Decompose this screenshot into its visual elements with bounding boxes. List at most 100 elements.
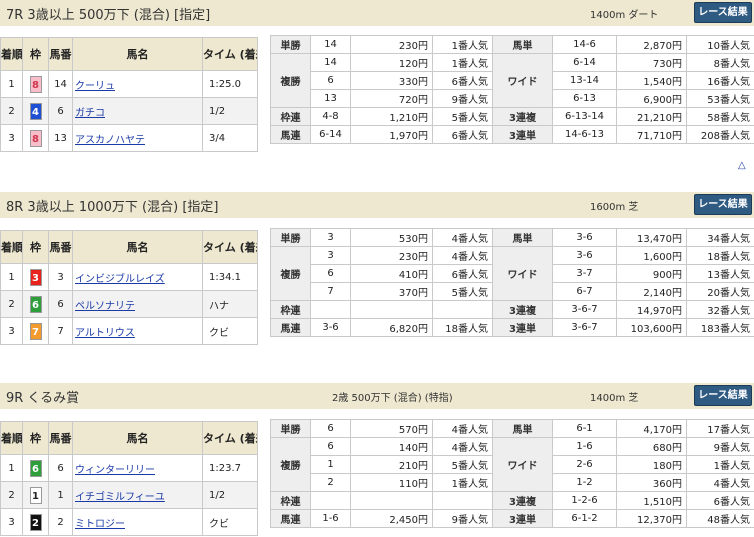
payout-table: 単勝 6 570円 4番人気 馬単 6-1 4,170円 17番人気 複勝 6 …: [270, 419, 754, 528]
payout-label-win: 単勝: [270, 228, 311, 247]
payout-popularity: 16番人気: [686, 71, 754, 90]
payout-label-wide: ワイド: [492, 437, 553, 492]
payout-popularity: 9番人気: [432, 89, 493, 108]
payout-amount: 530円: [350, 228, 433, 247]
col-waku: 枠: [22, 37, 49, 71]
col-rank: 着順: [0, 230, 23, 264]
race-result-button[interactable]: レース結果: [694, 2, 752, 23]
payout-amount: 1,510円: [616, 491, 687, 510]
horse-name-link[interactable]: ウィンターリリー: [75, 465, 155, 476]
payout-combo: 7: [310, 282, 351, 301]
payout-popularity: 58番人気: [686, 107, 754, 126]
payout-combo: 14: [310, 53, 351, 72]
table-row: 1 3 3 インビジブルレイズ 1:34.1: [0, 263, 258, 291]
rank-cell: 2: [0, 481, 23, 509]
time-cell: クビ: [202, 317, 258, 345]
payout-popularity: 9番人気: [432, 509, 493, 528]
payout-amount: 900円: [616, 264, 687, 283]
race-distance: 1400m 芝: [590, 393, 639, 404]
rank-cell: 1: [0, 263, 23, 291]
payout-amount: 1,600円: [616, 246, 687, 265]
payout-amount: 370円: [350, 282, 433, 301]
table-row: 1 6 6 ウィンターリリー 1:23.7: [0, 454, 258, 482]
payout-popularity: 5番人気: [432, 282, 493, 301]
col-name: 馬名: [72, 37, 203, 71]
horse-name-link[interactable]: ガチコ: [75, 108, 105, 119]
payout-amount: [350, 300, 433, 319]
payout-amount: 1,210円: [350, 107, 433, 126]
col-rank: 着順: [0, 37, 23, 71]
payout-combo: 3-6-7: [552, 318, 617, 337]
payout-popularity: 32番人気: [686, 300, 754, 319]
horse-name-link[interactable]: アスカノハヤテ: [75, 135, 145, 146]
payout-amount: 6,820円: [350, 318, 433, 337]
col-name: 馬名: [72, 421, 203, 455]
horse-name-link[interactable]: クーリュ: [75, 81, 115, 92]
payout-amount: 4,170円: [616, 419, 687, 438]
payout-label-place: 複勝: [270, 53, 311, 108]
payout-combo: 3-6: [552, 246, 617, 265]
payout-amount: 21,210円: [616, 107, 687, 126]
payout-combo: 4-8: [310, 107, 351, 126]
race-result-button[interactable]: レース結果: [694, 194, 752, 215]
payout-popularity: 8番人気: [686, 53, 754, 72]
table-row: 3 2 2 ミトロジー クビ: [0, 508, 258, 536]
payout-table: 単勝 14 230円 1番人気 馬単 14-6 2,870円 10番人気 複勝 …: [270, 35, 754, 144]
payout-combo: 13: [310, 89, 351, 108]
payout-combo: 6-7: [552, 282, 617, 301]
payout-amount: 103,600円: [616, 318, 687, 337]
payout-label-wide: ワイド: [492, 246, 553, 301]
horse-name-link[interactable]: ペルソナリテ: [75, 301, 135, 312]
race-title: 8R 3歳以上 1000万下 (混合) [指定]: [6, 200, 219, 215]
payout-amount: [350, 491, 433, 510]
horse-name-link[interactable]: イチゴミルフィーユ: [75, 492, 165, 503]
race-distance: 1600m 芝: [590, 202, 639, 213]
time-cell: 1:25.0: [202, 70, 258, 98]
payout-label-trio: 3連複: [492, 107, 553, 126]
horse-number: 3: [48, 263, 73, 291]
payout-popularity: 4番人気: [432, 228, 493, 247]
payout-popularity: 1番人気: [432, 53, 493, 72]
payout-popularity: 48番人気: [686, 509, 754, 528]
time-cell: クビ: [202, 508, 258, 536]
payout-amount: 140円: [350, 437, 433, 456]
horse-number: 14: [48, 70, 73, 98]
payout-combo: 3: [310, 246, 351, 265]
col-num: 馬番: [48, 37, 73, 71]
col-num: 馬番: [48, 230, 73, 264]
horse-name-link[interactable]: インビジブルレイズ: [75, 274, 165, 285]
race-conditions: 2歳 500万下 (混合) (特指): [332, 393, 453, 404]
payout-popularity: 1番人気: [432, 473, 493, 492]
col-num: 馬番: [48, 421, 73, 455]
horse-name-link[interactable]: ミトロジー: [75, 519, 125, 530]
horse-number: 6: [48, 290, 73, 318]
payout-label-quinella: 馬連: [270, 318, 311, 337]
payout-amount: 6,900円: [616, 89, 687, 108]
payout-amount: 680円: [616, 437, 687, 456]
table-row: 2 4 6 ガチコ 1/2: [0, 97, 258, 125]
page-top-link-icon[interactable]: △: [738, 160, 746, 171]
col-time: タイム (着差): [202, 230, 258, 264]
waku-badge: 6: [29, 459, 42, 477]
payout-combo: 14: [310, 35, 351, 54]
payout-amount: 13,470円: [616, 228, 687, 247]
horse-name-link[interactable]: アルトリウス: [75, 328, 135, 339]
payout-label-trifecta: 3連単: [492, 509, 553, 528]
payout-label-trio: 3連複: [492, 491, 553, 510]
table-row: 2 1 1 イチゴミルフィーユ 1/2: [0, 481, 258, 509]
horse-number: 6: [48, 454, 73, 482]
payout-label-quinella: 馬連: [270, 125, 311, 144]
time-cell: 1:23.7: [202, 454, 258, 482]
payout-combo: 6: [310, 437, 351, 456]
payout-popularity: 18番人気: [686, 246, 754, 265]
race-result-button[interactable]: レース結果: [694, 385, 752, 406]
payout-label-bracket: 枠連: [270, 107, 311, 126]
payout-amount: 570円: [350, 419, 433, 438]
payout-combo: 14-6: [552, 35, 617, 54]
col-waku: 枠: [22, 230, 49, 264]
payout-amount: 71,710円: [616, 125, 687, 144]
time-cell: 3/4: [202, 124, 258, 152]
race-title: 7R 3歳以上 500万下 (混合) [指定]: [6, 8, 211, 23]
waku-badge: 1: [29, 486, 42, 504]
payout-label-exacta: 馬単: [492, 419, 553, 438]
